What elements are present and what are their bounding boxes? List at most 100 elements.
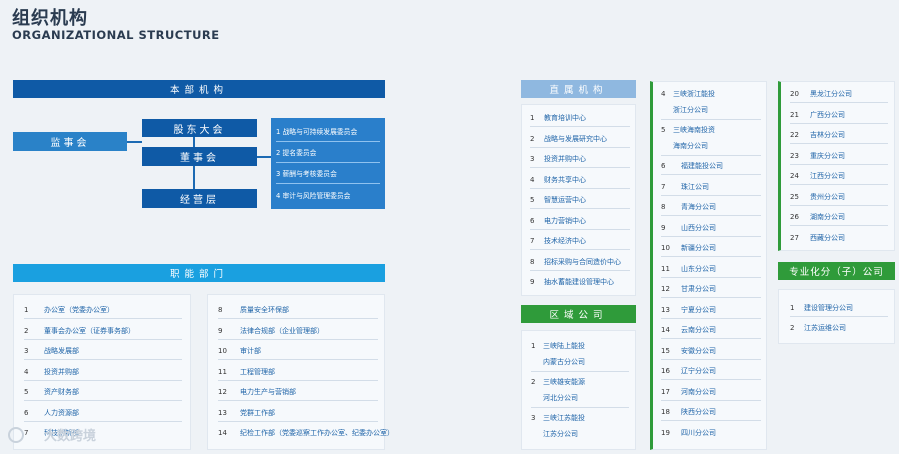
list-item: 16 辽宁分公司 [661, 364, 716, 378]
list-item: 8 招标采购与合同造价中心 [530, 255, 621, 269]
list-item-label: 三峡雄安能源 [543, 378, 585, 386]
list-item: 4 投资并购部 [24, 365, 79, 379]
list-item: 14 云南分公司 [661, 323, 716, 337]
list-item-number: 4 [530, 175, 535, 184]
list-divider [531, 371, 629, 372]
list-item-number: 22 [790, 131, 799, 139]
list-item-label: 江苏运维公司 [804, 324, 846, 332]
list-item-sublabel: 浙江分公司 [673, 106, 708, 114]
list-item-number: 3 [24, 347, 29, 355]
list-item-label: 陕西分公司 [681, 408, 716, 416]
list-divider [24, 400, 182, 401]
list-divider [218, 338, 378, 340]
list-item: 13 党群工作部 [218, 406, 275, 420]
list-divider [24, 379, 182, 381]
direct-header: 直属机构 [521, 80, 636, 98]
list-item-number: 2 [24, 326, 29, 335]
list-item-number: 14 [661, 326, 670, 334]
list-divider [790, 184, 888, 185]
list-item-number: 4 [24, 367, 29, 376]
list-item-number: 2 [790, 324, 795, 332]
list-divider [790, 163, 888, 165]
list-item: 14 纪检工作部（党委巡察工作办公室、纪委办公室） [218, 426, 394, 440]
list-divider [530, 249, 630, 250]
list-item-number: 6 [24, 408, 29, 417]
list-item: 11 山东分公司 [661, 262, 716, 276]
list-item: 9 法律合规部（企业管理部） [218, 324, 324, 338]
page-title: 组织机构 [12, 8, 88, 29]
list-item-label: 电力营销中心 [544, 216, 586, 225]
list-item: 6 福建能投公司 [661, 159, 723, 173]
list-item: 7 技术经济中心 [530, 234, 586, 248]
list-item: 27 西藏分公司 [790, 231, 845, 245]
list-item-number: 2 [531, 378, 536, 386]
committee-item: 2 提名委员会 [276, 142, 380, 163]
list-item-label: 财务共享中心 [544, 175, 586, 184]
list-item-number: 2 [530, 134, 535, 143]
list-item-number: 3 [531, 414, 536, 422]
list-item-label: 建设管理分公司 [804, 304, 853, 312]
list-item: 8 质量安全环保部 [218, 303, 289, 317]
list-item: 13 宁夏分公司 [661, 303, 716, 317]
list-item: 9 抽水蓄能建设管理中心 [530, 275, 614, 289]
list-item-number: 7 [661, 182, 666, 191]
list-divider [218, 379, 378, 381]
list-item-label: 湖南分公司 [810, 213, 845, 221]
list-item: 10 新疆分公司 [661, 241, 716, 255]
list-divider [530, 269, 630, 271]
list-item-label: 人力资源部 [44, 408, 79, 417]
list-item-number: 20 [790, 90, 799, 98]
list-item-label: 西藏分公司 [810, 233, 845, 242]
list-item-label: 办公室（党委办公室） [44, 306, 114, 314]
list-divider [530, 208, 630, 209]
list-divider [24, 338, 182, 340]
list-divider [661, 235, 761, 237]
list-item: 17 河南分公司 [661, 385, 716, 399]
list-item-number: 9 [661, 223, 666, 232]
list-item: 1 建设管理分公司 [790, 301, 853, 315]
list-item: 4 财务共享中心 [530, 173, 586, 187]
list-item-number: 11 [218, 367, 227, 376]
list-item-label: 招标采购与合同造价中心 [544, 257, 621, 266]
list-item-sublabel: 河北分公司 [543, 394, 578, 402]
list-divider [530, 228, 630, 230]
list-item-label: 吉林分公司 [810, 131, 845, 139]
page-subtitle: ORGANIZATIONAL STRUCTURE [12, 28, 220, 42]
list-item-label: 三峡陆上能投 [543, 342, 585, 350]
list-item-number: 14 [218, 429, 227, 437]
list-item-label: 三峡江苏能投 [543, 414, 585, 422]
list-item-number: 9 [218, 326, 223, 335]
list-item-label: 投资并购部 [44, 367, 79, 376]
list-divider [661, 297, 761, 298]
list-item-label: 宁夏分公司 [681, 305, 716, 314]
functional-header: 职能部门 [13, 264, 385, 282]
hq-header: 本部机构 [13, 80, 385, 98]
list-item: 15 安徽分公司 [661, 344, 716, 358]
list-divider [530, 146, 630, 148]
list-item-number: 5 [24, 388, 29, 396]
list-divider [661, 119, 761, 120]
list-item-number: 10 [661, 244, 670, 252]
list-divider [790, 122, 888, 124]
list-item-label: 河南分公司 [681, 387, 716, 396]
list-item: 12 甘肃分公司 [661, 282, 716, 296]
list-divider [661, 317, 761, 319]
list-item-number: 8 [530, 257, 535, 266]
list-divider [661, 379, 761, 380]
list-item-number: 27 [790, 233, 799, 242]
list-item-label: 青海分公司 [681, 203, 716, 211]
list-item: 8 青海分公司 [661, 200, 716, 214]
list-divider [661, 338, 761, 339]
list-item-number: 1 [790, 304, 795, 312]
list-divider [790, 204, 888, 206]
list-item-label: 新疆分公司 [681, 244, 716, 252]
list-item-number: 24 [790, 172, 799, 180]
list-divider [790, 143, 888, 144]
list-item-label: 投资并购中心 [544, 155, 586, 163]
board-node: 董事会 [142, 147, 257, 166]
list-item-label: 重庆分公司 [810, 151, 845, 160]
watermark-logo-icon [8, 426, 24, 443]
list-divider [531, 407, 629, 408]
list-item-label: 云南分公司 [681, 326, 716, 334]
list-item: 11 工程管理部 [218, 365, 275, 379]
